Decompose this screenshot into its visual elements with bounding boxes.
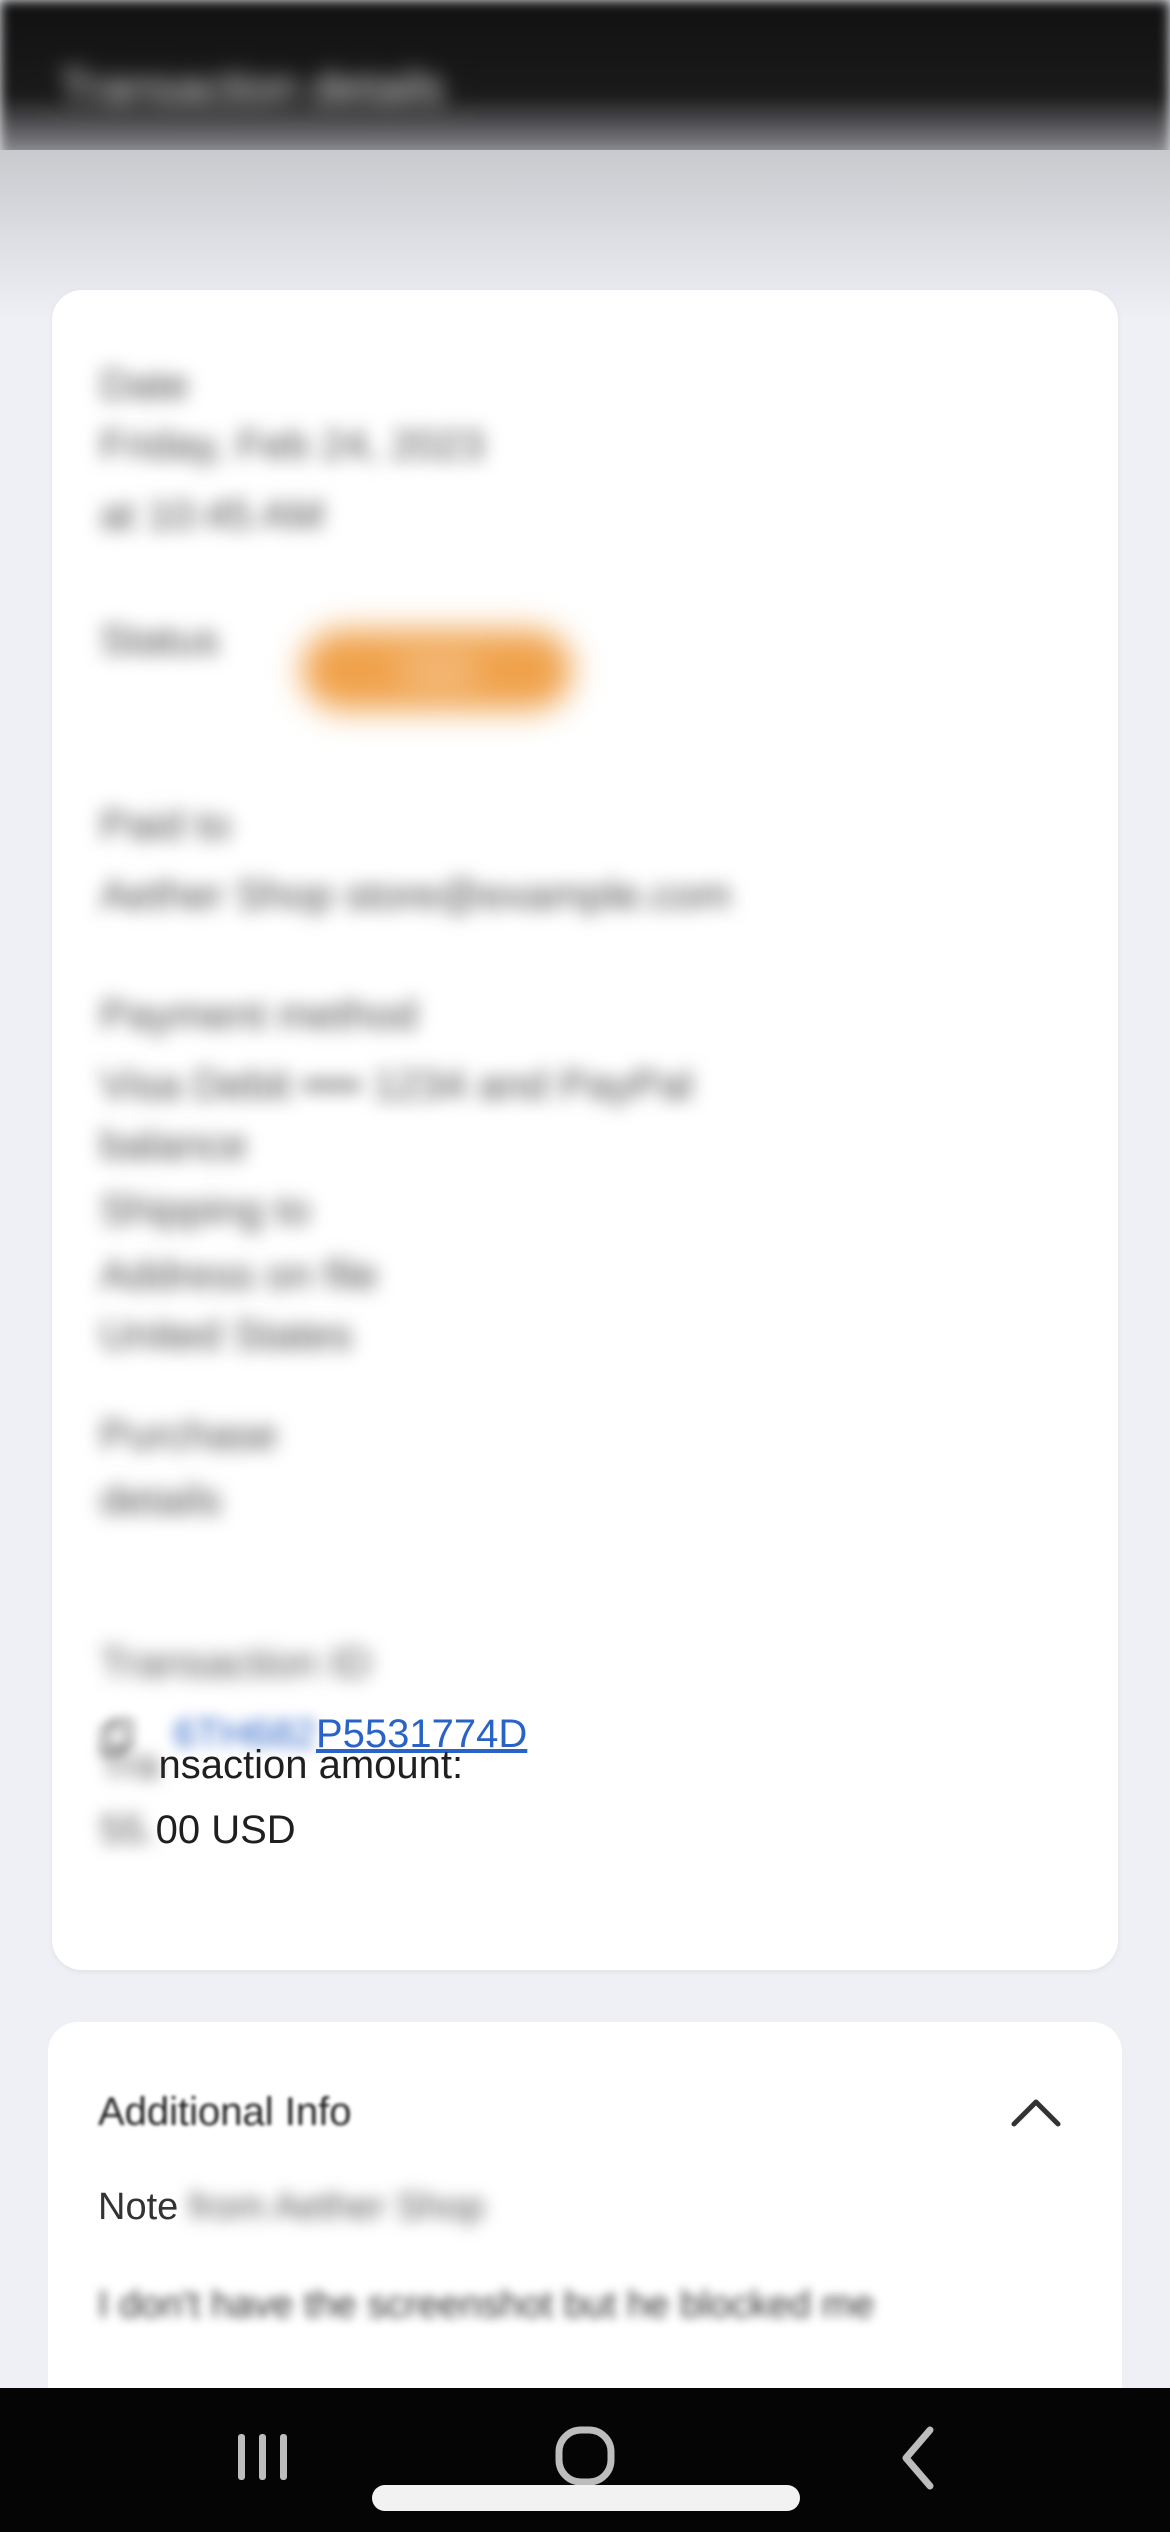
note-text: I don't have the screenshot but he block…: [98, 2284, 875, 2326]
purchase-label: Purchase: [100, 1411, 278, 1458]
status-label: Status: [100, 616, 220, 663]
payment-method-label: Payment method: [100, 991, 418, 1038]
top-header-bar: Transaction details: [0, 0, 1170, 160]
transaction-details-card: Date Friday, Feb 24, 2023 at 10:45 AM St…: [52, 290, 1118, 1970]
shipping-label: Shipping to: [100, 1186, 311, 1233]
status-badge: Held: [302, 630, 572, 710]
paid-to-value: Aether Shop store@example.com: [100, 871, 731, 918]
recent-apps-icon[interactable]: [222, 2418, 302, 2498]
shipping-country: United States: [100, 1311, 353, 1358]
transaction-amount-label: Transaction amount:: [100, 1743, 464, 1787]
date-value: Friday, Feb 24, 2023: [100, 421, 485, 468]
purchase-details: details: [100, 1476, 222, 1523]
payment-method-value: Visa Debit •••• 1234 and PayPal: [100, 1061, 693, 1108]
back-icon[interactable]: [878, 2418, 958, 2498]
additional-info-title: Additional Info: [98, 2090, 352, 2134]
note-label: Note from Aether Shop: [98, 2186, 485, 2228]
date-label: Date: [100, 361, 189, 408]
shipping-address: Address on file: [100, 1251, 378, 1298]
transaction-id-row: Transaction ID 6TH682P5531774D: [100, 1635, 527, 1756]
transaction-amount-value: 55.00 USD: [100, 1808, 296, 1852]
payment-method-extra: balance: [100, 1121, 248, 1168]
transaction-id-label: Transaction ID: [100, 1639, 372, 1686]
chevron-up-icon[interactable]: [1008, 2084, 1064, 2140]
time-value: at 10:45 AM: [100, 491, 325, 538]
home-indicator[interactable]: [372, 2485, 800, 2511]
header-title: Transaction details: [60, 61, 445, 113]
paid-to-label: Paid to: [100, 801, 231, 848]
screen: Transaction details Date Friday, Feb 24,…: [0, 0, 1170, 2532]
